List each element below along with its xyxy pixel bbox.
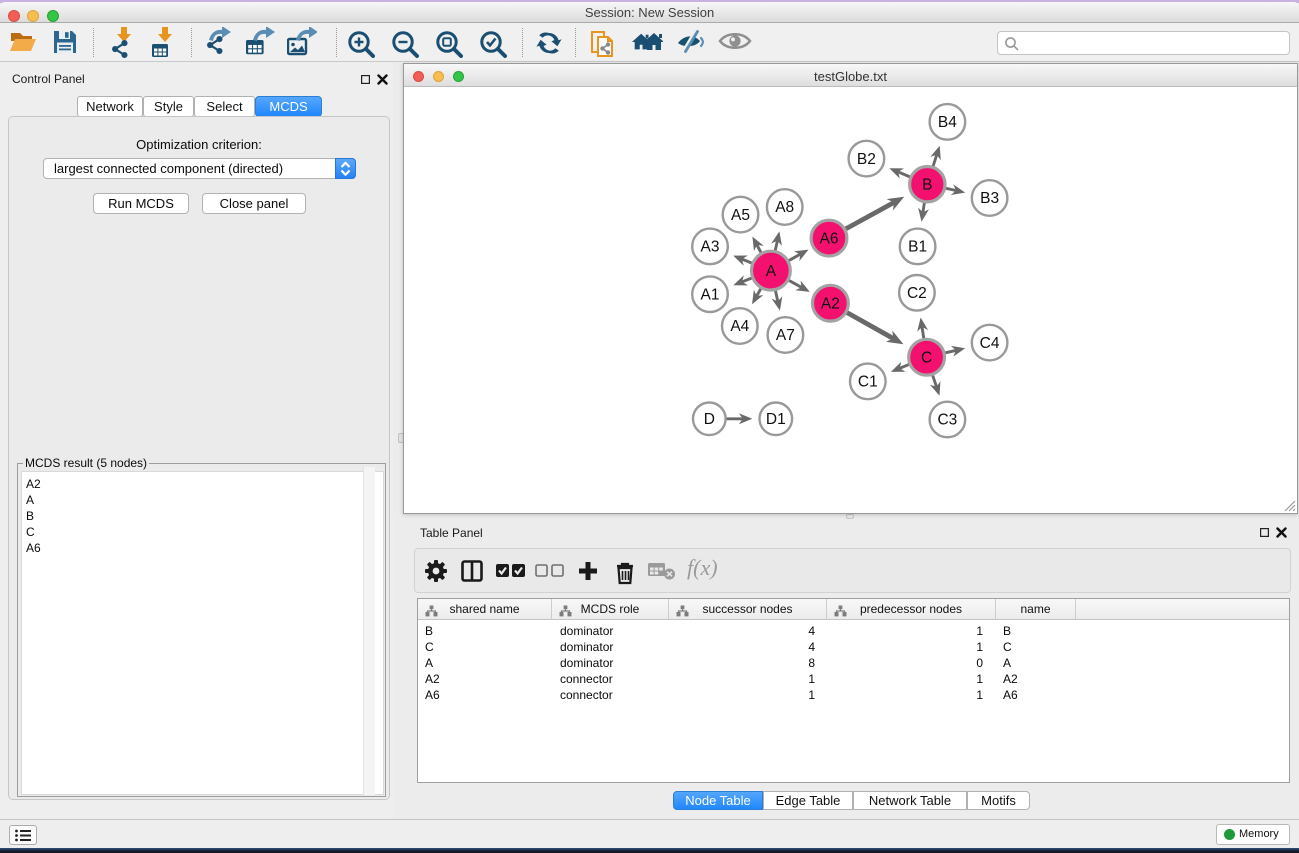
svg-text:C3: C3 xyxy=(937,412,957,429)
svg-text:B1: B1 xyxy=(908,239,927,256)
svg-text:B4: B4 xyxy=(938,114,957,131)
svg-text:D: D xyxy=(704,411,715,428)
svg-text:A5: A5 xyxy=(731,207,750,224)
svg-text:C: C xyxy=(921,349,932,366)
svg-text:A6: A6 xyxy=(820,230,839,247)
svg-text:C4: C4 xyxy=(980,335,1000,352)
svg-text:A2: A2 xyxy=(821,295,840,312)
svg-text:B: B xyxy=(922,176,932,193)
svg-text:A7: A7 xyxy=(776,327,795,344)
svg-text:B2: B2 xyxy=(857,151,876,168)
svg-text:B3: B3 xyxy=(980,190,999,207)
svg-text:C2: C2 xyxy=(907,285,927,302)
svg-text:A: A xyxy=(766,263,777,280)
svg-text:C1: C1 xyxy=(858,374,878,391)
svg-text:D1: D1 xyxy=(766,411,786,428)
svg-text:A8: A8 xyxy=(775,199,794,216)
svg-text:A4: A4 xyxy=(730,318,749,335)
svg-text:A3: A3 xyxy=(701,239,720,256)
svg-text:A1: A1 xyxy=(701,286,720,303)
